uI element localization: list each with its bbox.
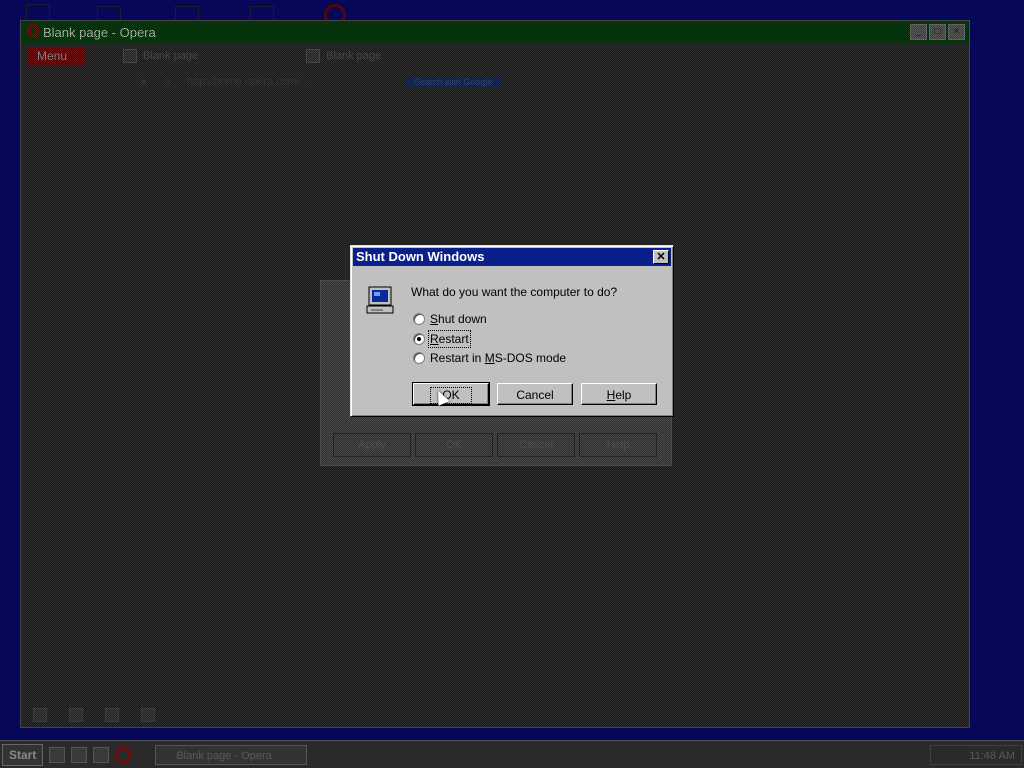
settings-icon[interactable] <box>105 708 119 722</box>
ghost-cancel-button: Cancel <box>497 433 575 457</box>
ghost-apply-button: Apply <box>333 433 411 457</box>
address-bar: ✕ ⌂ http://home.opera.com/... Search wit… <box>21 69 969 95</box>
tab-blank-page-2[interactable]: Blank page <box>306 49 381 63</box>
start-button[interactable]: Start <box>2 743 44 766</box>
opera-quicklaunch-icon[interactable] <box>115 745 132 764</box>
taskbar: Start Blank page - Opera 11:48 AM <box>0 740 1024 768</box>
address-input[interactable]: http://home.opera.com/... <box>187 76 309 88</box>
option-restart-ms-dos[interactable]: Restart in MS-DOS mode <box>413 351 566 365</box>
option-label: Shut down <box>430 312 487 326</box>
home-icon[interactable]: ⌂ <box>164 76 171 88</box>
tab-blank-page-1[interactable]: Blank page <box>123 49 198 63</box>
cancel-label: Cancel <box>516 388 554 402</box>
stop-icon[interactable]: ✕ <box>139 76 148 89</box>
tab-label: Blank page <box>143 50 199 62</box>
maximize-button[interactable]: □ <box>929 24 946 40</box>
computer-icon <box>366 286 394 314</box>
browser-status-bar <box>21 703 969 727</box>
page-icon <box>306 49 321 63</box>
cancel-button[interactable]: Cancel <box>497 383 573 405</box>
ok-button[interactable]: OK <box>412 382 490 406</box>
taskbar-button-opera[interactable]: Blank page - Opera <box>155 744 308 765</box>
ie-icon[interactable] <box>71 746 88 763</box>
radio-restart[interactable] <box>413 333 425 345</box>
dialog-question: What do you want the computer to do? <box>411 285 618 299</box>
outlook-icon[interactable] <box>93 746 110 763</box>
tab-label: Blank page <box>326 50 382 62</box>
ghost-help-button: Help <box>579 433 657 457</box>
page-icon <box>123 49 138 63</box>
search-input[interactable]: Search with Google <box>405 76 502 88</box>
panel-toggle-icon[interactable] <box>33 708 47 722</box>
close-window-button[interactable]: × <box>948 24 965 40</box>
minimize-button[interactable]: _ <box>910 24 927 40</box>
show-desktop-icon[interactable] <box>49 746 66 763</box>
dialog-close-button[interactable]: ✕ <box>653 250 669 264</box>
radio-restart-ms-dos[interactable] <box>413 352 425 364</box>
option-restart[interactable]: Restart <box>413 330 471 348</box>
option-shut-down[interactable]: Shut down <box>413 312 487 326</box>
ghost-ok-button: OK <box>415 433 493 457</box>
option-label: Restart <box>428 330 471 348</box>
radio-shut-down[interactable] <box>413 313 425 325</box>
option-label: Restart in MS-DOS mode <box>430 351 567 365</box>
tab-bar: Menu Blank page Blank page <box>21 43 969 69</box>
browser-title: Blank page - Opera <box>43 24 156 40</box>
system-tray-clock: 11:48 AM <box>930 744 1022 765</box>
help-label: Help <box>606 388 632 402</box>
zoom-icon[interactable] <box>141 708 155 722</box>
browser-title-bar: Blank page - Opera _ □ × <box>21 21 969 43</box>
dialog-title: Shut Down Windows <box>356 249 485 264</box>
opera-logo-icon <box>27 24 39 38</box>
help-button[interactable]: Help <box>581 383 657 405</box>
opera-menu-button[interactable]: Menu <box>27 47 86 65</box>
shutdown-dialog: Shut Down Windows ✕ What do you want the… <box>350 245 674 417</box>
dialog-title-bar: Shut Down Windows ✕ <box>353 248 671 266</box>
reload-icon[interactable] <box>69 708 83 722</box>
